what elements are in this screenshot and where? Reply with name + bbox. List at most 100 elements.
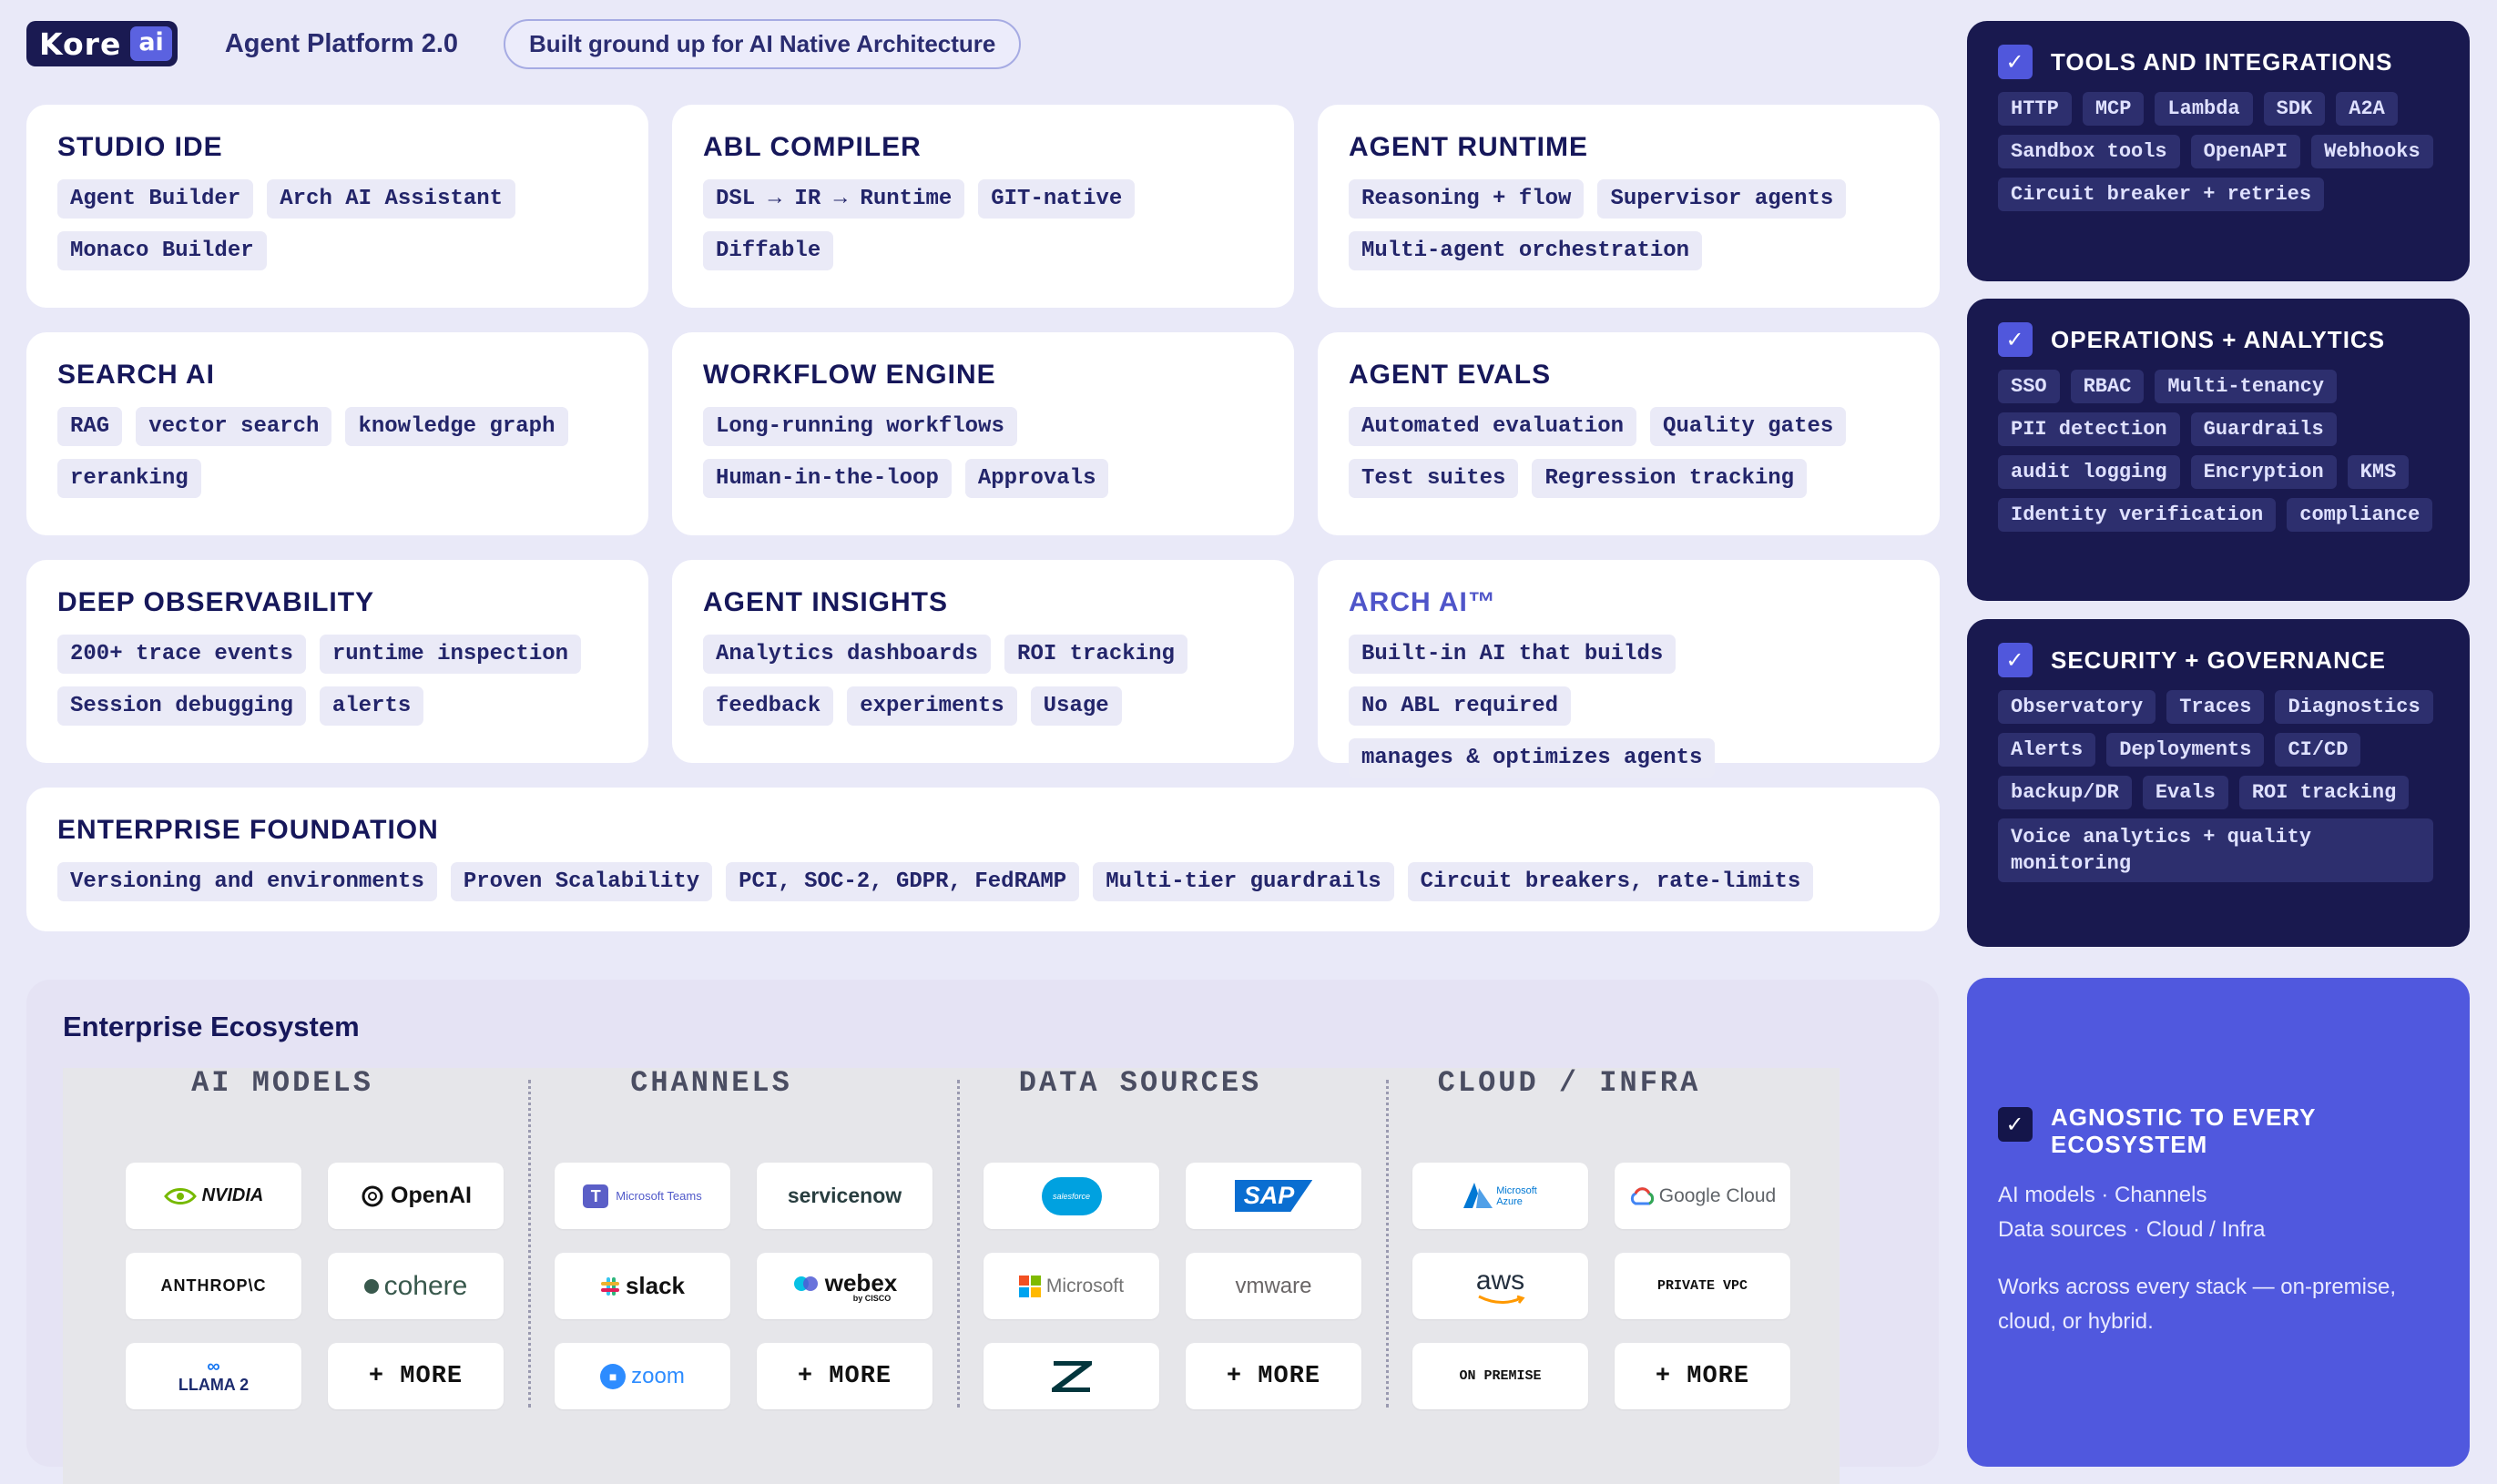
tag: SDK [2263,92,2326,126]
card-abl-compiler: ABL COMPILER DSL → IR → Runtime GIT-nati… [672,105,1294,308]
aws-smile-icon [1477,1295,1525,1304]
aws-logo: aws [1412,1253,1588,1319]
logo-text: Microsoft [1045,1275,1125,1296]
tagline-pill: Built ground up for AI Native Architectu… [504,18,1022,69]
tag: Lambda [2155,92,2253,126]
zendesk-icon [1051,1360,1092,1392]
tag: Deployments [2106,733,2265,767]
tag: Traces [2166,690,2265,724]
tag: Test suites [1349,459,1519,498]
tag: Voice analytics + quality monitoring [1998,818,2433,882]
tag: Diagnostics [2275,690,2433,724]
logo-text: Azure [1496,1195,1523,1207]
cohere-mark-icon [363,1278,379,1294]
slack-hash-icon [600,1276,619,1296]
card-search-ai: SEARCH AI RAG vector search knowledge gr… [26,332,648,535]
tag: Evals [2142,776,2228,809]
ai-models-more: + MORE [328,1343,504,1409]
azure-a-icon [1463,1182,1493,1208]
panel-agnostic-ecosystem: ✓ AGNOSTIC TO EVERY ECOSYSTEM AI models ·… [1967,978,2470,1467]
card-arch-ai: ARCH AI™ Built-in AI that builds No ABL … [1318,560,1940,778]
logo-text: Microsoft Teams [616,1189,702,1203]
vmware-logo: vmware [1186,1253,1361,1319]
checkmark-icon: ✓ [1998,322,2033,357]
logo-text: vmware [1235,1273,1312,1298]
agnostic-line: cloud, or hybrid. [1998,1309,2154,1334]
logo-suffix: ai [130,26,172,61]
ecosystem-title: Enterprise Ecosystem [63,1011,360,1042]
panel-title: OPERATIONS + ANALYTICS [2051,325,2386,353]
panel-title: AGNOSTIC TO EVERY ECOSYSTEM [2051,1103,2317,1158]
tag: HTTP [1998,92,2072,126]
column-ai-models: AI MODELS [191,1066,373,1100]
channels-more: + MORE [757,1343,933,1409]
zoom-logo: ■ zoom [555,1343,730,1409]
card-title: WORKFLOW ENGINE [703,360,996,390]
tag: Session debugging [57,686,306,726]
slack-logo: slack [555,1253,730,1319]
logo-text: NVIDIA [201,1185,264,1205]
microsoft-logo: Microsoft [984,1253,1159,1319]
logo-text: + MORE [1655,1362,1750,1390]
tag: A2A [2336,92,2398,126]
tag: DSL → IR → Runtime [703,179,965,219]
tag: 200+ trace events [57,635,306,674]
logo-text: zoom [631,1363,685,1388]
logo-text: aws [1475,1265,1525,1296]
cloud-infra-more: + MORE [1615,1343,1790,1409]
salesforce-logo: salesforce [984,1163,1159,1229]
tag: Observatory [1998,690,2156,724]
microsoft-squares-icon [1018,1275,1041,1297]
tag: MCP [2082,92,2145,126]
logo-text: + MORE [797,1362,892,1390]
tag: Alerts [1998,733,2096,767]
llama-logo: ∞ LLAMA 2 [126,1343,301,1409]
webex-logo: webex by CISCO [757,1253,933,1319]
column-channels: CHANNELS [630,1066,792,1100]
tag: experiments [847,686,1017,726]
card-title: ARCH AI™ [1349,587,1496,617]
tag: RBAC [2070,370,2145,403]
column-divider [957,1080,960,1408]
agnostic-line: AI models · Channels [1998,1183,2207,1207]
tag: Circuit breaker + retries [1998,178,2325,211]
logo-text: PRIVATE VPC [1656,1278,1748,1294]
tag: Multi-tier guardrails [1093,862,1394,901]
tag: RAG [57,407,123,446]
card-studio-ide: STUDIO IDE Agent Builder Arch AI Assista… [26,105,648,308]
cohere-logo: cohere [328,1253,504,1319]
checkmark-icon: ✓ [1998,1107,2033,1142]
nvidia-eye-icon [163,1187,197,1204]
tag: Quality gates [1650,407,1847,446]
card-agent-runtime: AGENT RUNTIME Reasoning + flow Superviso… [1318,105,1940,308]
card-title: DEEP OBSERVABILITY [57,587,375,617]
zendesk-logo [984,1343,1159,1409]
platform-title: Agent Platform 2.0 [224,28,459,58]
logo-text: + MORE [1226,1362,1321,1390]
panel-security-governance: ✓ SECURITY + GOVERNANCE Observatory Trace… [1967,619,2470,947]
panel-operations-analytics: ✓ OPERATIONS + ANALYTICS SSO RBAC Multi-t… [1967,299,2470,601]
tag: Automated evaluation [1349,407,1637,446]
zoom-camera-icon: ■ [600,1363,627,1389]
column-divider [528,1080,531,1408]
card-title: ABL COMPILER [703,132,922,162]
tag: Circuit breakers, rate-limits [1407,862,1814,901]
tag: Arch AI Assistant [267,179,516,219]
tag: ROI tracking [1004,635,1187,674]
enterprise-ecosystem: Enterprise Ecosystem AI MODELS CHANNELS … [26,980,1939,1484]
tag: compliance [2287,498,2433,532]
logo-text: ON PREMISE [1459,1368,1542,1384]
card-agent-evals: AGENT EVALS Automated evaluation Quality… [1318,332,1940,535]
tag: Human-in-the-loop [703,459,952,498]
tag: SSO [1998,370,2060,403]
tag: GIT-native [978,179,1136,219]
tag: KMS [2347,455,2410,489]
tag: Long-running workflows [703,407,1017,446]
logo-text: + MORE [368,1362,464,1390]
logo-text: cohere [383,1270,468,1301]
servicenow-logo: servicenow [757,1163,933,1229]
google-cloud-logo: Google Cloud [1615,1163,1790,1229]
tag: reranking [57,459,201,498]
tag: Multi-tenancy [2155,370,2338,403]
tag: Proven Scalability [450,862,713,901]
